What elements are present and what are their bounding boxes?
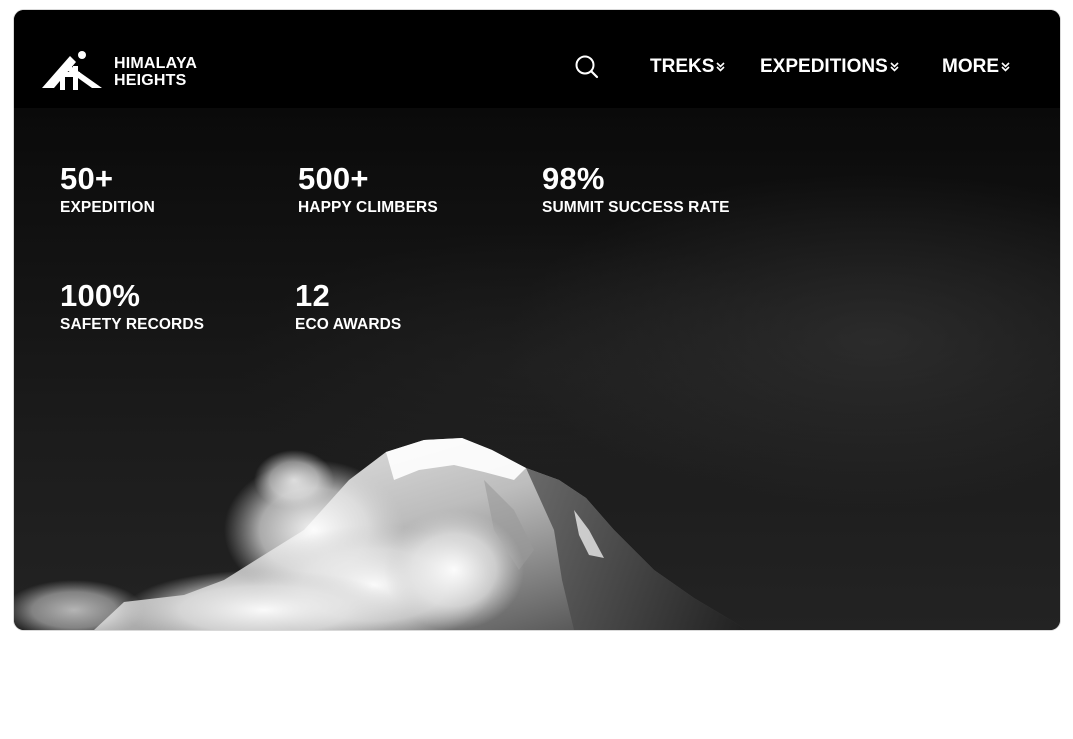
nav-item-label: EXPEDITIONS <box>760 56 888 77</box>
search-icon <box>575 55 599 79</box>
stat-value: 500+ <box>298 161 369 196</box>
stat-label: SAFETY RECORDS <box>60 316 205 333</box>
chevron-down-icon <box>716 62 725 72</box>
stat-expedition: 50+ EXPEDITION <box>60 162 155 217</box>
stat-label: EXPEDITION <box>60 199 155 216</box>
stat-label: ECO AWARDS <box>295 316 402 333</box>
nav-item-label: TREKS <box>650 56 715 77</box>
stat-value: 98% <box>542 161 605 196</box>
stat-value: 100% <box>60 278 141 313</box>
brand-name: HIMALAYA HEIGHTS <box>114 55 197 89</box>
stat-value: 50+ <box>60 161 114 196</box>
brand-line-2: HEIGHTS <box>114 72 187 89</box>
mountain-figure-logo-icon <box>42 51 102 90</box>
top-navigation: HIMALAYA HEIGHTS TREKS EXPEDITIONS MORE <box>14 10 1060 108</box>
stat-value: 12 <box>295 278 330 313</box>
nav-item-more[interactable]: MORE <box>942 54 1010 80</box>
stat-label: HAPPY CLIMBERS <box>298 199 438 216</box>
brand-logo[interactable]: HIMALAYA HEIGHTS <box>40 50 197 94</box>
stat-summit-success-rate: 98% SUMMIT SUCCESS RATE <box>542 162 730 217</box>
nav-item-treks[interactable]: TREKS <box>650 54 725 80</box>
stat-happy-climbers: 500+ HAPPY CLIMBERS <box>298 162 438 217</box>
hero-section: HIMALAYA HEIGHTS TREKS EXPEDITIONS MORE … <box>14 10 1060 630</box>
chevron-down-icon <box>1001 62 1010 72</box>
stat-safety-records: 100% SAFETY RECORDS <box>60 279 204 334</box>
stat-label: SUMMIT SUCCESS RATE <box>542 199 730 216</box>
nav-item-label: MORE <box>942 56 999 77</box>
brand-line-1: HIMALAYA <box>114 55 198 72</box>
chevron-down-icon <box>890 62 899 72</box>
search-button[interactable] <box>574 54 600 80</box>
stat-eco-awards: 12 ECO AWARDS <box>295 279 401 334</box>
nav-item-expeditions[interactable]: EXPEDITIONS <box>760 54 899 80</box>
